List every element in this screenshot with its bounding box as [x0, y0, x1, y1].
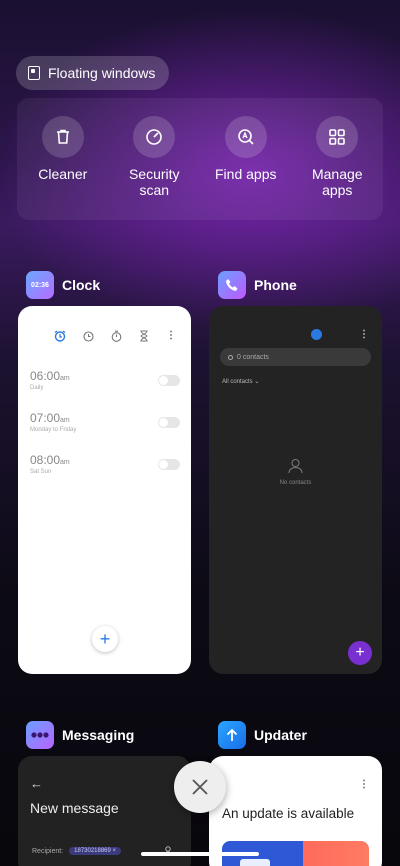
contacts-filter[interactable]: All contacts ⌄: [222, 378, 259, 385]
alarm-repeat: Monday to Friday: [30, 427, 77, 433]
find-apps-label: Find apps: [215, 166, 277, 182]
alarm-repeat: Daily: [30, 385, 44, 391]
floating-windows-button[interactable]: Floating windows: [16, 56, 170, 90]
updater-app-name: Updater: [254, 727, 307, 743]
timer-icon[interactable]: [139, 330, 149, 342]
alarm-row[interactable]: 07:00am Monday to Friday: [30, 411, 180, 445]
no-contacts-text: No contacts: [279, 480, 312, 486]
security-scan-button[interactable]: Security scan: [111, 116, 197, 220]
alarm-toggle[interactable]: [158, 417, 180, 428]
stopwatch-icon[interactable]: [111, 330, 122, 342]
clock-app-name: Clock: [62, 277, 101, 293]
person-icon: [288, 458, 303, 474]
quick-tools-panel: Cleaner Security scan Find apps Manage a…: [17, 98, 383, 220]
alarm-repeat: Sat Sun: [30, 469, 52, 475]
close-icon: [192, 779, 208, 795]
remove-recipient-icon[interactable]: ×: [113, 848, 117, 854]
add-alarm-button[interactable]: +: [92, 626, 118, 652]
messaging-app-name: Messaging: [62, 727, 135, 743]
floating-windows-label: Floating windows: [48, 65, 156, 81]
phone-app-card[interactable]: ⋮ 0 contacts All contacts ⌄ No contacts …: [209, 306, 382, 674]
cleaner-button[interactable]: Cleaner: [20, 116, 106, 220]
clock-more-icon[interactable]: ⋮: [166, 331, 176, 341]
alarm-row[interactable]: 08:00am Sat Sun: [30, 453, 180, 487]
cleaner-label: Cleaner: [38, 166, 88, 182]
shield-check-icon: [133, 116, 176, 158]
floating-window-icon: [28, 66, 40, 80]
world-clock-icon[interactable]: [83, 330, 94, 342]
trash-icon: [41, 116, 84, 158]
alarm-icon[interactable]: [54, 330, 66, 342]
security-scan-label: Security scan: [128, 166, 180, 198]
contacts-search-input[interactable]: 0 contacts: [220, 348, 371, 366]
search-icon: [228, 354, 233, 360]
find-apps-icon: [224, 116, 267, 158]
home-indicator[interactable]: [141, 852, 259, 856]
contacts-search-placeholder: 0 contacts: [237, 353, 269, 361]
find-apps-button[interactable]: Find apps: [203, 116, 289, 220]
updater-app-card[interactable]: ⋮ An update is available: [209, 756, 382, 866]
manage-apps-button[interactable]: Manage apps: [294, 116, 380, 220]
recipient-chip[interactable]: 18730218869 ×: [69, 847, 122, 855]
updater-app-header[interactable]: Updater: [218, 721, 307, 749]
add-contact-button[interactable]: +: [348, 641, 372, 665]
clock-tabs: ⋮: [54, 330, 176, 342]
new-message-title: New message: [30, 800, 119, 816]
phone-more-icon[interactable]: ⋮: [359, 330, 369, 340]
phone-app-icon: [218, 271, 246, 299]
update-available-title: An update is available: [222, 806, 355, 821]
clock-app-header[interactable]: 02:36 Clock: [26, 271, 100, 299]
phone-app-name: Phone: [254, 277, 297, 293]
manage-apps-label: Manage apps: [311, 166, 363, 198]
clock-icon-time: 02:36: [31, 281, 49, 289]
messaging-app-icon: [26, 721, 54, 749]
phone-app-header[interactable]: Phone: [218, 271, 297, 299]
alarm-toggle[interactable]: [158, 459, 180, 470]
recipient-label: Recipient:: [32, 847, 64, 855]
updater-more-icon[interactable]: ⋮: [359, 780, 369, 790]
clock-app-card[interactable]: ⋮ 06:00am Daily 07:00am Monday to Friday…: [18, 306, 191, 674]
clock-app-icon: 02:36: [26, 271, 54, 299]
chevron-down-icon: ⌄: [254, 379, 260, 385]
messaging-app-header[interactable]: Messaging: [26, 721, 134, 749]
alarm-toggle[interactable]: [158, 375, 180, 386]
back-arrow-icon[interactable]: ←: [30, 776, 43, 791]
updater-app-icon: [218, 721, 246, 749]
contacts-tab-icon[interactable]: [311, 329, 322, 340]
grid-icon: [316, 116, 359, 158]
messaging-app-card[interactable]: ← New message Recipient: 18730218869 ×: [18, 756, 191, 866]
clear-all-button[interactable]: [174, 761, 226, 813]
alarm-row[interactable]: 06:00am Daily: [30, 369, 180, 403]
